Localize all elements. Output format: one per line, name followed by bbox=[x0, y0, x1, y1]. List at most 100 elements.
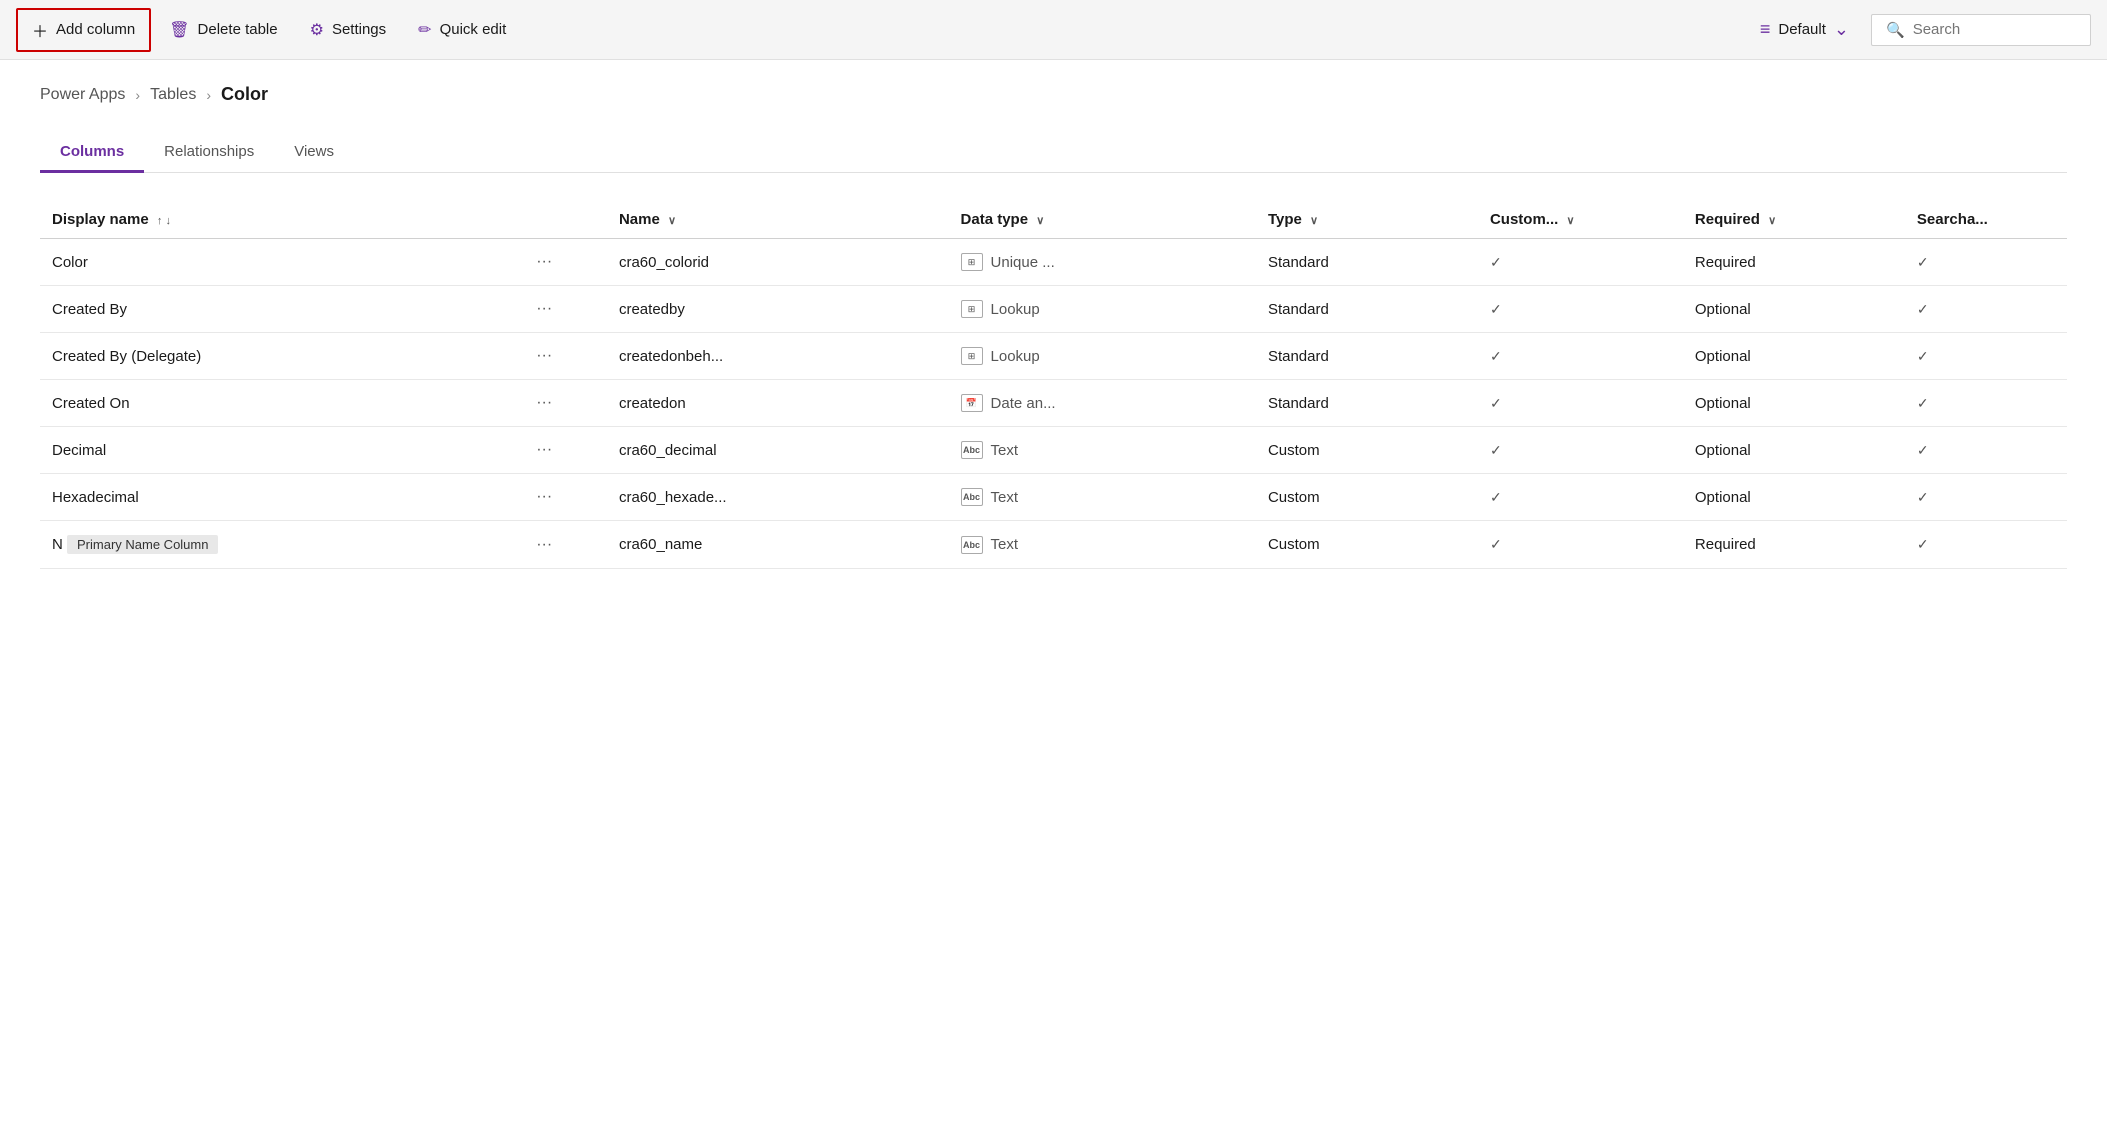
cell-name: createdonbeh... bbox=[607, 333, 949, 380]
cell-type: Standard bbox=[1256, 286, 1478, 333]
cell-required: Optional bbox=[1683, 333, 1905, 380]
data-type-cell: ⊞Lookup bbox=[961, 300, 1244, 318]
cell-menu-dots[interactable]: ··· bbox=[518, 239, 607, 286]
cell-display-name: Color bbox=[40, 239, 518, 286]
default-button[interactable]: ≡ Default ⌄ bbox=[1746, 11, 1863, 48]
breadcrumb-current: Color bbox=[221, 84, 268, 105]
cell-type: Standard bbox=[1256, 239, 1478, 286]
main-content: Power Apps › Tables › Color Columns Rela… bbox=[0, 60, 2107, 593]
col-header-dots bbox=[518, 201, 607, 239]
tab-relationships[interactable]: Relationships bbox=[144, 133, 274, 173]
col-header-type[interactable]: Type ∨ bbox=[1256, 201, 1478, 239]
cell-required: Optional bbox=[1683, 380, 1905, 427]
col-header-datatype[interactable]: Data type ∨ bbox=[949, 201, 1256, 239]
breadcrumb-chevron-2: › bbox=[206, 87, 211, 103]
data-type-label: Text bbox=[991, 536, 1019, 553]
menu-dots-icon[interactable]: ··· bbox=[530, 298, 558, 319]
delete-table-label: Delete table bbox=[198, 21, 278, 38]
col-header-required[interactable]: Required ∨ bbox=[1683, 201, 1905, 239]
searchable-check-icon: ✓ bbox=[1917, 489, 1929, 505]
cell-display-name: Decimal bbox=[40, 427, 518, 474]
cell-custom: ✓ bbox=[1478, 521, 1683, 569]
breadcrumb-section[interactable]: Tables bbox=[150, 86, 196, 104]
cell-display-name: N Primary Name Column bbox=[40, 521, 518, 569]
data-type-label: Text bbox=[991, 442, 1019, 459]
cell-type: Custom bbox=[1256, 474, 1478, 521]
cell-menu-dots[interactable]: ··· bbox=[518, 286, 607, 333]
menu-dots-icon[interactable]: ··· bbox=[530, 392, 558, 413]
col-header-custom[interactable]: Custom... ∨ bbox=[1478, 201, 1683, 239]
cell-data-type: AbcText bbox=[949, 521, 1256, 569]
menu-dots-icon[interactable]: ··· bbox=[530, 534, 558, 555]
quick-edit-button[interactable]: ✏ Quick edit bbox=[404, 12, 520, 48]
tab-columns[interactable]: Columns bbox=[40, 133, 144, 173]
cell-custom: ✓ bbox=[1478, 474, 1683, 521]
cell-data-type: ⊞Unique ... bbox=[949, 239, 1256, 286]
tabs: Columns Relationships Views bbox=[40, 133, 2067, 173]
menu-dots-icon[interactable]: ··· bbox=[530, 345, 558, 366]
settings-button[interactable]: ⚙ Settings bbox=[296, 12, 401, 48]
chevron-name: ∨ bbox=[668, 215, 676, 227]
table-row: N Primary Name Column···cra60_nameAbcTex… bbox=[40, 521, 2067, 569]
cell-display-name: Hexadecimal bbox=[40, 474, 518, 521]
search-icon: 🔍 bbox=[1886, 21, 1905, 39]
col-header-display-name[interactable]: Display name ↑ ↓ bbox=[40, 201, 518, 239]
cell-name: createdon bbox=[607, 380, 949, 427]
chevron-down-icon: ⌄ bbox=[1834, 19, 1849, 40]
custom-check-icon: ✓ bbox=[1490, 348, 1502, 364]
col-header-searchable[interactable]: Searcha... bbox=[1905, 201, 2067, 239]
searchable-check-icon: ✓ bbox=[1917, 442, 1929, 458]
table-row: Created By (Delegate)···createdonbeh...⊞… bbox=[40, 333, 2067, 380]
toolbar-right: ≡ Default ⌄ 🔍 bbox=[1746, 11, 2091, 48]
cell-required: Required bbox=[1683, 521, 1905, 569]
data-type-label: Lookup bbox=[991, 348, 1040, 365]
breadcrumb-app[interactable]: Power Apps bbox=[40, 86, 125, 104]
cell-display-name: Created By bbox=[40, 286, 518, 333]
data-type-cell: AbcText bbox=[961, 488, 1244, 506]
col-header-name[interactable]: Name ∨ bbox=[607, 201, 949, 239]
breadcrumb-chevron-1: › bbox=[135, 87, 140, 103]
gear-icon: ⚙ bbox=[310, 20, 324, 40]
data-type-cell: ⊞Unique ... bbox=[961, 253, 1244, 271]
cell-searchable: ✓ bbox=[1905, 474, 2067, 521]
table-row: Color···cra60_colorid⊞Unique ...Standard… bbox=[40, 239, 2067, 286]
menu-dots-icon[interactable]: ··· bbox=[530, 439, 558, 460]
chevron-custom: ∨ bbox=[1566, 215, 1574, 227]
cell-menu-dots[interactable]: ··· bbox=[518, 333, 607, 380]
delete-table-button[interactable]: 🗑 Delete table bbox=[155, 12, 291, 48]
table-row: Hexadecimal ··· cra60_hexade... AbcText Cust… bbox=[40, 474, 2067, 521]
add-column-button[interactable]: ＋ Add column bbox=[16, 8, 151, 52]
cell-required: Required bbox=[1683, 239, 1905, 286]
chevron-type: ∨ bbox=[1310, 215, 1318, 227]
cell-name: cra60_hexade... bbox=[607, 474, 949, 521]
menu-dots-icon[interactable]: ··· bbox=[530, 486, 558, 507]
search-input[interactable] bbox=[1913, 21, 2073, 38]
cell-searchable: ✓ bbox=[1905, 286, 2067, 333]
data-type-cell: 📅Date an... bbox=[961, 394, 1244, 412]
cell-menu-dots[interactable]: ··· bbox=[518, 521, 607, 569]
tab-views[interactable]: Views bbox=[274, 133, 354, 173]
cell-menu-dots[interactable]: ··· bbox=[518, 380, 607, 427]
columns-table: Display name ↑ ↓ Name ∨ Data type ∨ Type… bbox=[40, 201, 2067, 569]
searchable-check-icon: ✓ bbox=[1917, 536, 1929, 552]
menu-dots-icon[interactable]: ··· bbox=[530, 251, 558, 272]
cell-required: Optional bbox=[1683, 286, 1905, 333]
data-type-cell: AbcText bbox=[961, 441, 1244, 459]
cell-searchable: ✓ bbox=[1905, 427, 2067, 474]
table-row: Created On···createdon📅Date an...Standar… bbox=[40, 380, 2067, 427]
custom-check-icon: ✓ bbox=[1490, 536, 1502, 552]
cell-type: Custom bbox=[1256, 521, 1478, 569]
data-type-cell: AbcText bbox=[961, 536, 1244, 554]
cell-menu-dots[interactable]: ··· bbox=[518, 474, 607, 521]
cell-custom: ✓ bbox=[1478, 380, 1683, 427]
data-type-label: Lookup bbox=[991, 301, 1040, 318]
cell-data-type: ⊞Lookup bbox=[949, 286, 1256, 333]
custom-check-icon: ✓ bbox=[1490, 254, 1502, 270]
cell-menu-dots[interactable]: ··· bbox=[518, 427, 607, 474]
settings-label: Settings bbox=[332, 21, 386, 38]
sort-icons: ↑ ↓ bbox=[157, 215, 171, 227]
table-row: Created By···createdby⊞LookupStandard✓Op… bbox=[40, 286, 2067, 333]
table-row: Decimal···cra60_decimalAbcTextCustom✓Opt… bbox=[40, 427, 2067, 474]
data-type-label: Date an... bbox=[991, 395, 1056, 412]
cell-data-type: AbcText bbox=[949, 474, 1256, 521]
